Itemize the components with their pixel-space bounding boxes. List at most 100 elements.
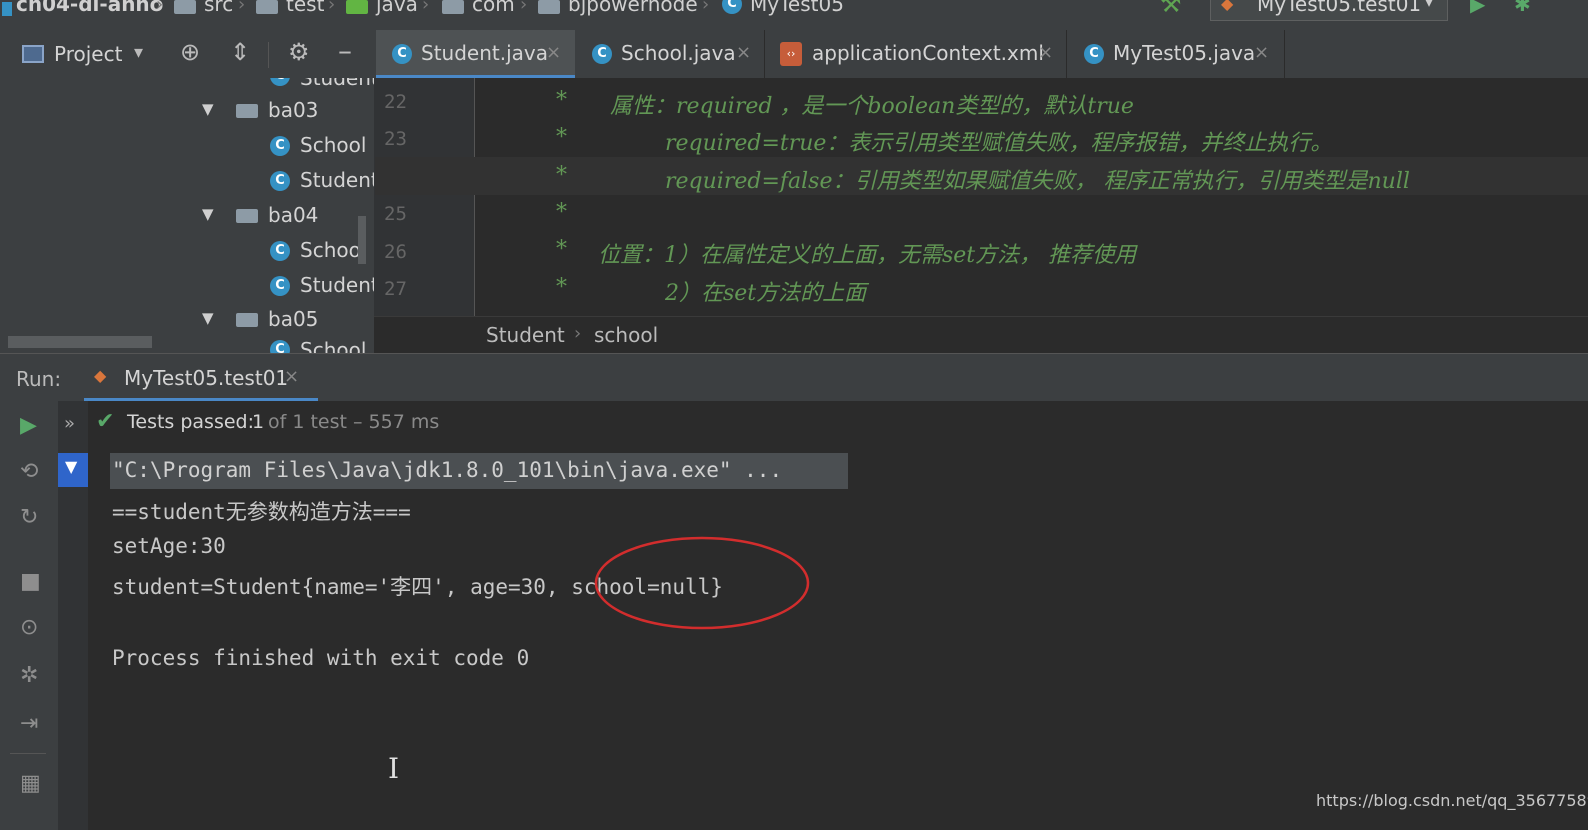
- expand-icon[interactable]: »: [64, 413, 75, 434]
- run-label: Run:: [16, 367, 62, 391]
- collapse-all-icon[interactable]: ⇕: [230, 38, 250, 66]
- chevron-down-icon: ▾: [1425, 0, 1434, 11]
- tree-item-school[interactable]: School: [300, 133, 366, 157]
- red-circle-annotation: [594, 536, 810, 630]
- status-detail: of 1 test – 557 ms: [268, 411, 440, 433]
- breadcrumb-class[interactable]: MyTest05: [750, 0, 844, 16]
- breadcrumb-package[interactable]: bjpowernode: [568, 0, 698, 16]
- build-hammer-icon[interactable]: ⚒: [1160, 0, 1182, 18]
- run-toolbar: ▶ ⟲ ↻ ■ ⊙ ✲ ⇥ ▦: [0, 401, 58, 830]
- horizontal-scrollbar[interactable]: [8, 336, 152, 348]
- chevron-right-icon: ›: [238, 0, 246, 15]
- breadcrumb-java[interactable]: java: [376, 0, 418, 16]
- toggle-auto-test-icon[interactable]: ↻: [20, 505, 38, 530]
- tree-item-ba04[interactable]: ba04: [268, 203, 318, 227]
- tree-item-ba05[interactable]: ba05: [268, 307, 318, 331]
- text-cursor-icon: I: [388, 752, 400, 785]
- vertical-scrollbar[interactable]: [358, 216, 366, 264]
- class-icon: C: [722, 0, 742, 14]
- folder-icon: [236, 313, 258, 327]
- tab-label: School.java: [621, 41, 736, 65]
- line-number: 23: [384, 128, 407, 150]
- camera-icon[interactable]: ⊙: [20, 615, 38, 640]
- collapse-toggle[interactable]: ▼: [58, 453, 88, 487]
- module-icon: [2, 2, 12, 16]
- chevron-right-icon: ›: [520, 0, 528, 15]
- chevron-right-icon: ›: [156, 0, 164, 15]
- class-icon: C: [592, 44, 612, 64]
- tab-student-java[interactable]: C Student.java ×: [376, 30, 575, 78]
- close-icon[interactable]: ×: [546, 42, 561, 63]
- class-icon: C: [270, 78, 290, 86]
- tree-item-partial[interactable]: School: [300, 338, 366, 353]
- run-panel-header: Run: ◆ MyTest05.test01 ×: [0, 353, 1588, 402]
- layout-icon[interactable]: ▦: [20, 771, 41, 796]
- breadcrumb-com[interactable]: com: [472, 0, 515, 16]
- stop-icon[interactable]: ■: [20, 569, 41, 594]
- rerun-icon[interactable]: ▶: [20, 413, 37, 438]
- project-label: Project: [54, 42, 123, 66]
- tree-item-student[interactable]: Student: [300, 168, 374, 192]
- comment-line: 位置：1）在属性定义的上面，无需set方法， 推荐使用: [598, 243, 1137, 268]
- crumb-class[interactable]: Student: [486, 323, 565, 347]
- class-icon: C: [270, 340, 290, 353]
- settings-icon[interactable]: ✲: [20, 663, 38, 688]
- junit-icon: ◆: [94, 366, 107, 385]
- tree-item-ba03[interactable]: ba03: [268, 98, 318, 122]
- tree-item-partial[interactable]: Student: [300, 78, 374, 90]
- console-line: Process finished with exit code 0: [112, 646, 530, 670]
- tree-item-student[interactable]: Student: [300, 273, 374, 297]
- class-icon: C: [270, 276, 290, 296]
- project-panel-header[interactable]: Project ▾ ⊕ ⇕ ⚙ –: [0, 30, 374, 78]
- expand-triangle-icon[interactable]: ▼: [202, 309, 214, 327]
- close-icon[interactable]: ×: [1254, 42, 1269, 63]
- export-icon[interactable]: ⇥: [20, 711, 38, 736]
- breadcrumb-module[interactable]: ch04-di-anno: [16, 0, 163, 16]
- junit-icon: ◆: [1221, 0, 1234, 13]
- comment-line: 2）在set方法的上面: [665, 281, 867, 306]
- status-count: 1: [252, 411, 265, 433]
- test-tree-strip: » ▼: [58, 401, 88, 830]
- line-number: 25: [384, 203, 407, 225]
- comment-line: required=false：引用类型如果赋值失败， 程序正常执行，引用类型是n…: [665, 169, 1410, 194]
- breadcrumb-test[interactable]: test: [286, 0, 324, 16]
- close-icon[interactable]: ×: [1038, 42, 1053, 63]
- tab-application-context-xml[interactable]: ‹› applicationContext.xml ×: [766, 30, 1067, 78]
- chevron-down-icon[interactable]: ▾: [134, 42, 143, 63]
- tab-school-java[interactable]: C School.java ×: [576, 30, 765, 78]
- divider: [10, 753, 46, 754]
- console-line: ==student无参数构造方法===: [112, 500, 411, 524]
- comment-line: 属性：required ，是一个boolean类型的，默认true: [610, 94, 1134, 119]
- run-tab-label: MyTest05.test01: [124, 366, 289, 390]
- line-number: 27: [384, 278, 407, 300]
- package-icon: [442, 0, 464, 14]
- debug-icon[interactable]: ✱: [1514, 0, 1531, 16]
- line-number: 26: [384, 241, 407, 263]
- comment-star: *: [556, 163, 567, 188]
- tab-label: Student.java: [421, 41, 548, 65]
- hide-icon[interactable]: –: [338, 34, 352, 67]
- run-icon[interactable]: ▶: [1470, 0, 1485, 16]
- close-icon[interactable]: ×: [284, 366, 299, 387]
- xml-icon: ‹›: [780, 42, 802, 66]
- tab-mytest05-java[interactable]: C MyTest05.java ×: [1068, 30, 1285, 78]
- folder-icon: [256, 0, 278, 14]
- expand-triangle-icon[interactable]: ▼: [202, 100, 214, 118]
- comment-star: *: [556, 200, 567, 225]
- comment-line: required=true：表示引用类型赋值失败，程序报错，并终止执行。: [665, 131, 1333, 156]
- line-number-gutter: 22 23 24 25 26 27: [374, 78, 475, 316]
- run-tab[interactable]: ◆ MyTest05.test01 ×: [84, 354, 318, 401]
- rerun-failed-icon[interactable]: ⟲: [20, 459, 38, 484]
- chevron-right-icon: ›: [702, 0, 710, 15]
- class-icon: C: [270, 136, 290, 156]
- run-config-selector[interactable]: ◆ MyTest05.test01 ▾: [1210, 0, 1448, 21]
- gear-icon[interactable]: ⚙: [288, 38, 310, 66]
- tree-item-school[interactable]: School: [300, 238, 366, 262]
- locate-icon[interactable]: ⊕: [180, 38, 200, 66]
- crumb-field[interactable]: school: [594, 323, 658, 347]
- project-tree: C Student ▼ ba03 C School C Student ▼ ba…: [0, 78, 374, 353]
- divider: [268, 42, 269, 68]
- close-icon[interactable]: ×: [736, 42, 751, 63]
- breadcrumb-src[interactable]: src: [204, 0, 233, 16]
- expand-triangle-icon[interactable]: ▼: [202, 205, 214, 223]
